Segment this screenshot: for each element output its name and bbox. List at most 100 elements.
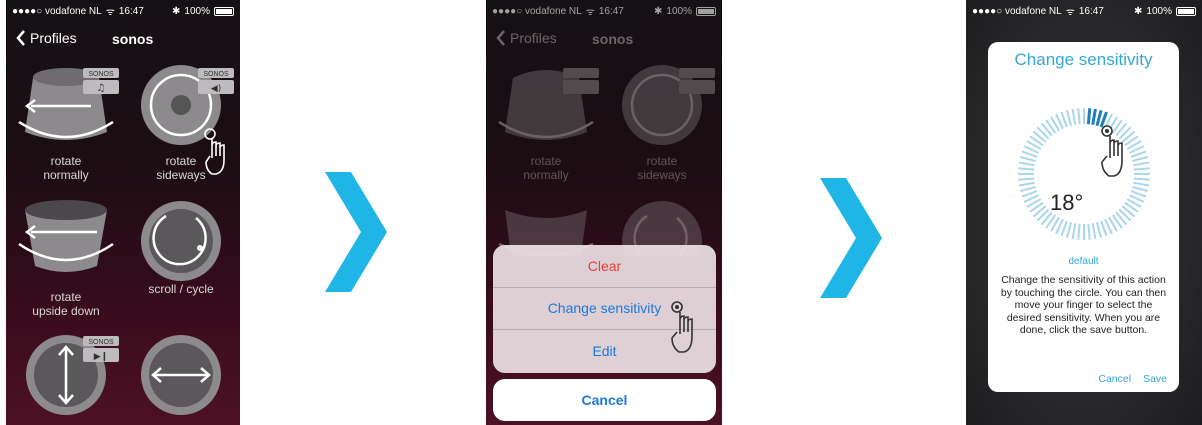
bluetooth-icon: ✱ xyxy=(1134,5,1143,17)
navigation-bar: Profiles sonos xyxy=(12,28,234,52)
hand-pointer-icon xyxy=(204,128,225,175)
navigation-bar: Profiles sonos xyxy=(492,28,716,52)
hand-pointer-icon xyxy=(671,301,693,353)
battery-percent: 100% xyxy=(184,5,210,17)
dial-tick xyxy=(1095,222,1103,239)
bluetooth-icon: ✱ xyxy=(172,5,181,17)
status-bar: ●●●●○ vodafone NL ᯤ 16:47 ✱ 100% xyxy=(492,4,716,18)
svg-text:SONOS: SONOS xyxy=(203,71,229,78)
clear-button[interactable]: Clear xyxy=(493,245,716,288)
gesture-swipe-vertical[interactable]: SONOS ▶❙ xyxy=(8,330,124,420)
carrier-label: ●●●●○ vodafone NL xyxy=(12,5,102,17)
cup-rotate-icon xyxy=(498,68,599,140)
chevron-left-icon xyxy=(16,30,25,46)
gesture-sublabel: normally xyxy=(43,168,89,182)
dial-tick xyxy=(1018,177,1035,181)
svg-text:▶❙: ▶❙ xyxy=(94,352,108,362)
back-button[interactable]: Profiles xyxy=(496,30,557,46)
dial-tick xyxy=(1077,223,1081,240)
swipe-horizontal-icon xyxy=(141,335,221,415)
dial-tick xyxy=(1091,223,1097,240)
screen-gesture-list: ●●●●○ vodafone NL ᯤ 16:47 ✱ 100% Profile… xyxy=(6,0,240,425)
cancel-button[interactable]: Cancel xyxy=(493,379,716,421)
svg-text:SONOS: SONOS xyxy=(88,71,114,78)
wifi-icon: ᯤ xyxy=(105,7,115,18)
battery-icon xyxy=(696,6,716,16)
gesture-sublabel: sideways xyxy=(637,168,687,182)
gesture-label: rotate xyxy=(530,154,562,168)
battery-percent: 100% xyxy=(1146,5,1172,17)
dial-tick xyxy=(1060,220,1068,237)
dial-tick xyxy=(1060,111,1068,128)
dialog-description: Change the sensitivity of this action by… xyxy=(1000,274,1167,336)
dial-tick xyxy=(1018,161,1035,167)
svg-text:♫: ♫ xyxy=(97,83,106,94)
gesture-swipe-horizontal[interactable] xyxy=(123,330,239,420)
gesture-label: rotate xyxy=(50,290,82,304)
dialog-title: Change sensitivity xyxy=(1014,50,1153,69)
battery-icon xyxy=(214,6,234,16)
svg-text:SONOS: SONOS xyxy=(88,339,114,346)
dial-tick xyxy=(1086,108,1092,125)
svg-text:◀): ◀) xyxy=(211,84,221,94)
dialog-cancel-button[interactable]: Cancel xyxy=(1098,373,1131,385)
gesture-label: rotate xyxy=(50,154,82,168)
chevron-left-icon xyxy=(496,30,505,46)
carrier-label: ●●●●○ vodafone NL xyxy=(492,5,582,17)
dial-tick xyxy=(1091,108,1097,126)
cup-rotate-icon: SONOS ♫ xyxy=(18,68,119,140)
back-button[interactable]: Profiles xyxy=(16,30,77,46)
wifi-icon: ᯤ xyxy=(1065,7,1075,18)
gesture-sublabel: normally xyxy=(523,168,569,182)
bluetooth-icon: ✱ xyxy=(654,5,663,17)
wifi-icon: ᯤ xyxy=(585,7,595,18)
battery-percent: 100% xyxy=(666,5,692,17)
dial-tick xyxy=(1019,155,1036,163)
dial-tick xyxy=(1133,181,1150,187)
time-label: 16:47 xyxy=(1078,5,1104,17)
dial-tick xyxy=(1021,190,1038,198)
time-label: 16:47 xyxy=(598,5,624,17)
back-label: Profiles xyxy=(510,30,557,46)
dial-tick xyxy=(1065,109,1073,126)
gesture-rotate-normally[interactable]: SONOS ♫ rotate normally xyxy=(8,60,124,182)
battery-icon xyxy=(1176,6,1196,16)
dial-tick xyxy=(1100,220,1108,237)
dial-tick xyxy=(1018,167,1035,171)
sensitivity-value: 18° xyxy=(1050,190,1084,215)
dial-tick xyxy=(1077,108,1081,125)
gesture-label: rotate xyxy=(646,154,678,168)
back-label: Profiles xyxy=(30,30,77,46)
gesture-label: scroll / cycle xyxy=(148,282,214,296)
carrier-label: ●●●●○ vodafone NL xyxy=(972,5,1062,17)
dial-tick xyxy=(1130,190,1147,198)
dial-tick xyxy=(1071,223,1077,240)
dial-tick xyxy=(1019,185,1036,193)
dial-tick xyxy=(1071,108,1077,125)
dial-tick xyxy=(1018,181,1035,187)
cup-upside-down-icon xyxy=(18,200,114,272)
page-title: sonos xyxy=(112,31,154,47)
hand-pointer-icon xyxy=(1101,125,1123,177)
status-bar: ●●●●○ vodafone NL ᯤ 16:47 ✱ 100% xyxy=(12,4,234,18)
page-title: sonos xyxy=(592,31,634,47)
dial-tick xyxy=(1087,223,1091,240)
dialog-save-button[interactable]: Save xyxy=(1143,373,1167,385)
next-arrow-icon xyxy=(325,172,387,292)
swipe-vertical-icon: SONOS ▶❙ xyxy=(26,335,119,415)
default-link[interactable]: default xyxy=(988,256,1179,267)
gesture-sublabel: upside down xyxy=(32,304,100,318)
time-label: 16:47 xyxy=(118,5,144,17)
gesture-scroll-cycle[interactable]: scroll / cycle xyxy=(123,196,239,296)
dial-tick xyxy=(1021,150,1038,158)
gesture-rotate-sideways[interactable]: rotate sideways xyxy=(604,60,720,182)
scroll-circle-icon xyxy=(141,201,221,281)
gesture-rotate-upside-down[interactable]: rotate upside down xyxy=(8,196,124,318)
dial-tick xyxy=(1065,222,1073,239)
next-arrow-icon xyxy=(820,178,882,298)
dial-tick xyxy=(1132,185,1149,193)
sensitivity-dialog: Change sensitivity 18° default Change th… xyxy=(988,42,1179,392)
disc-rotate-icon xyxy=(622,65,715,145)
gesture-rotate-normally[interactable]: rotate normally xyxy=(488,60,604,182)
status-bar: ●●●●○ vodafone NL ᯤ 16:47 ✱ 100% xyxy=(972,4,1196,18)
